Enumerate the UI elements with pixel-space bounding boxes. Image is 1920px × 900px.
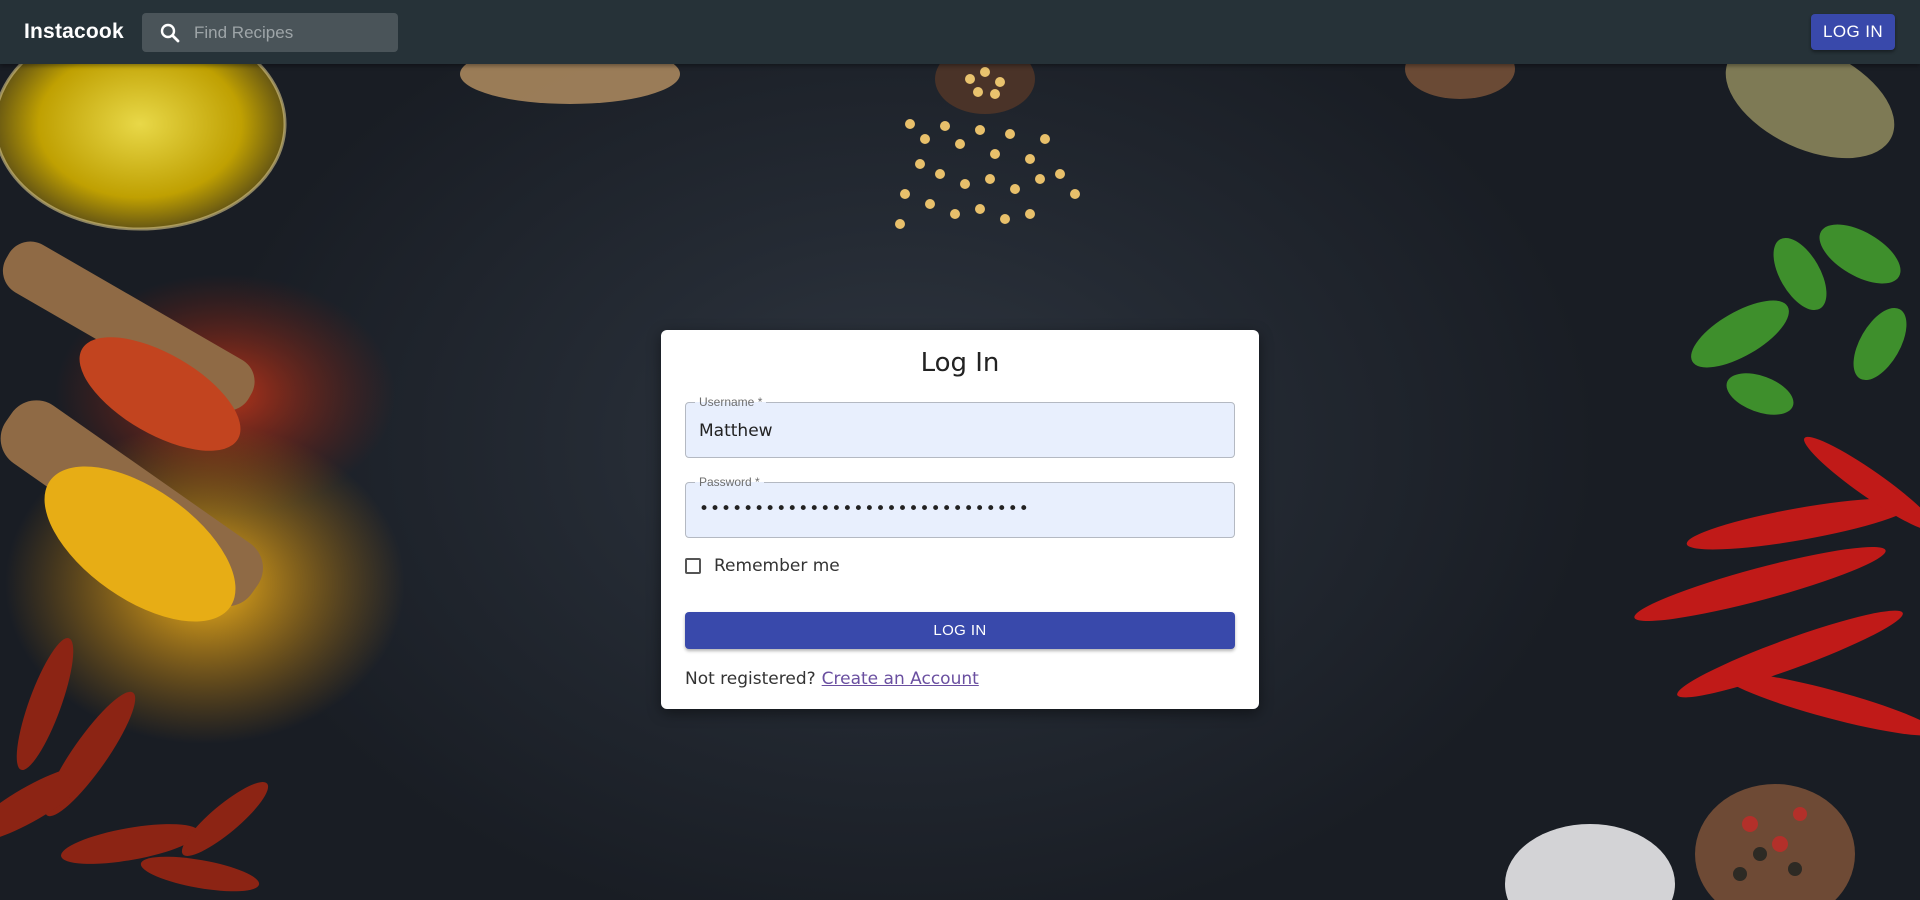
login-title: Log In [920, 348, 1000, 378]
app-bar: Instacook LOG IN [0, 0, 1920, 64]
app-logo[interactable]: Instacook [24, 20, 124, 44]
remember-me-label[interactable]: Remember me [714, 556, 840, 576]
remember-me-checkbox[interactable] [685, 558, 701, 574]
password-value[interactable]: •••••••••••••••••••••••••••••• [699, 499, 1030, 519]
username-label: Username * [695, 395, 767, 409]
create-account-link[interactable]: Create an Account [822, 669, 979, 689]
remember-me[interactable]: Remember me [685, 556, 840, 576]
login-submit-button[interactable]: LOG IN [685, 612, 1235, 649]
register-prompt: Not registered? [685, 669, 816, 689]
login-card: Log In Username * Matthew Password * •••… [661, 330, 1259, 709]
search-bar[interactable] [142, 13, 398, 52]
register-row: Not registered? Create an Account [685, 669, 979, 689]
username-value[interactable]: Matthew [699, 421, 773, 441]
search-icon [160, 23, 180, 42]
password-field[interactable]: Password * •••••••••••••••••••••••••••••… [685, 475, 1235, 538]
username-field[interactable]: Username * Matthew [685, 395, 1235, 458]
search-input[interactable] [192, 21, 386, 44]
password-label: Password * [695, 475, 764, 489]
header-login-button[interactable]: LOG IN [1811, 14, 1895, 50]
